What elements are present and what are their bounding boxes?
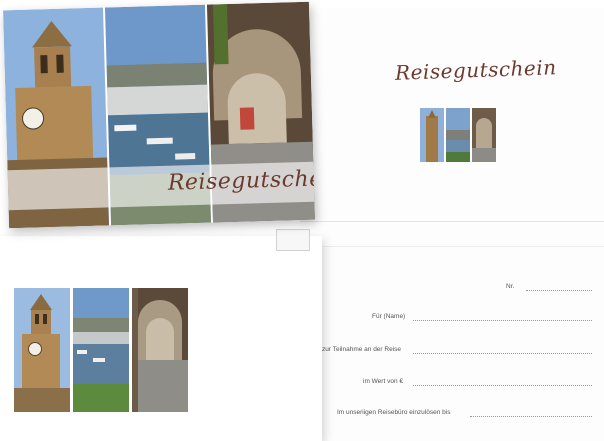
thumb-clocktower-photo	[420, 108, 444, 162]
form-label-trip: zur Teilnahme an der Reise	[322, 346, 402, 353]
inside-thumbnail-strip	[420, 108, 496, 162]
back-card-photo-strip	[14, 288, 188, 412]
back-archway-photo	[132, 288, 188, 412]
back-harbor-photo	[73, 288, 129, 412]
back-clocktower-photo	[14, 288, 70, 412]
form-line-number[interactable]	[526, 290, 592, 291]
thumb-harbor-photo	[446, 108, 470, 162]
thumb-archway-photo	[472, 108, 496, 162]
form-label-value: im Wert von €	[363, 378, 403, 385]
front-card-title: Reisegutschein	[167, 165, 315, 196]
form-line-trip[interactable]	[413, 353, 592, 354]
form-label-redeem: Im unseriigen Reisebüro einzulösen bis	[337, 409, 451, 416]
form-label-number: Nr.	[506, 283, 515, 290]
form-line-name[interactable]	[413, 320, 592, 321]
fold-line	[300, 221, 604, 222]
form-line-value[interactable]	[413, 385, 592, 386]
form-label-name: Für (Name)	[372, 313, 406, 320]
form-line-redeem[interactable]	[470, 416, 592, 417]
voucher-front-card: Reisegutschein	[3, 1, 315, 229]
fold-line-2	[300, 246, 604, 247]
corner-tab	[276, 229, 310, 251]
